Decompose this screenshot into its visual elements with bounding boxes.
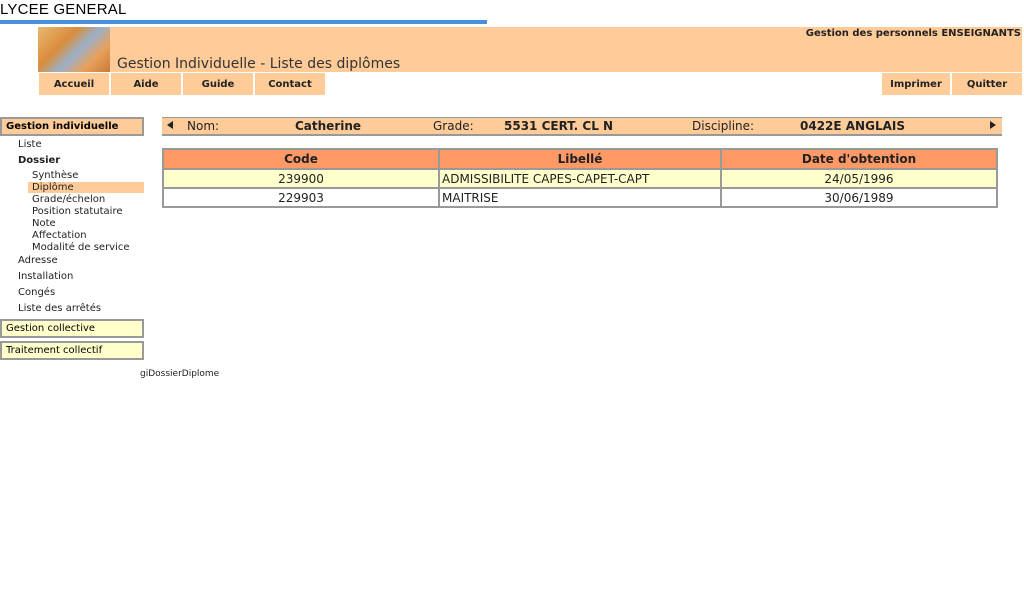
sidebar-sub-synthese[interactable]: Synthèse	[32, 170, 78, 181]
sidebar-item-dossier[interactable]: Dossier	[18, 155, 60, 166]
table-row[interactable]: 229903 MAITRISE 30/06/1989	[162, 187, 998, 208]
quit-button[interactable]: Quitter	[952, 73, 1022, 95]
nav-guide-button[interactable]: Guide	[183, 73, 253, 95]
site-title: LYCEE GENERAL	[0, 1, 127, 18]
sidebar-item-arretes[interactable]: Liste des arrêtés	[18, 303, 101, 314]
grade-value: 5531 CERT. CL N	[504, 119, 614, 133]
nom-value: Catherine	[295, 119, 362, 133]
page-title: Gestion Individuelle - Liste des diplôme…	[117, 56, 401, 72]
person-info-bar: Nom: Catherine Grade: 5531 CERT. CL N Di…	[162, 117, 1002, 136]
previous-arrow-icon[interactable]	[165, 119, 175, 133]
header-accent-bar	[0, 20, 487, 24]
sidebar-sub-diplome[interactable]: Diplôme	[28, 182, 144, 193]
diplomas-table: Code Libellé Date d'obtention 239900 ADM…	[162, 148, 998, 208]
cell-code: 239900	[162, 168, 440, 189]
nom-label: Nom:	[187, 119, 220, 133]
next-arrow-icon[interactable]	[988, 119, 998, 133]
sidebar-item-adresse[interactable]: Adresse	[18, 255, 58, 266]
print-button[interactable]: Imprimer	[882, 73, 950, 95]
sidebar-item-installation[interactable]: Installation	[18, 271, 73, 282]
sidebar-sub-modalite[interactable]: Modalité de service	[32, 242, 130, 253]
module-label: Gestion des personnels ENSEIGNANTS	[805, 28, 1021, 39]
sidebar-item-conges[interactable]: Congés	[18, 287, 55, 298]
header-photo-image	[38, 27, 110, 72]
nav-aide-button[interactable]: Aide	[111, 73, 181, 95]
table-header-row: Code Libellé Date d'obtention	[162, 148, 998, 170]
nav-contact-button[interactable]: Contact	[255, 73, 325, 95]
column-header-code: Code	[162, 148, 440, 170]
column-header-libelle: Libellé	[438, 148, 722, 170]
sidebar-sub-note[interactable]: Note	[32, 218, 56, 229]
sidebar-traitement-collectif[interactable]: Traitement collectif	[0, 341, 144, 360]
sidebar-gestion-collective[interactable]: Gestion collective	[0, 319, 144, 338]
sidebar-gestion-individuelle[interactable]: Gestion individuelle	[0, 117, 144, 136]
cell-date: 24/05/1996	[720, 168, 998, 189]
discipline-value: 0422E ANGLAIS	[800, 119, 905, 133]
table-row[interactable]: 239900 ADMISSIBILITE CAPES-CAPET-CAPT 24…	[162, 168, 998, 189]
discipline-label: Discipline:	[692, 119, 755, 133]
sidebar-sub-affectation[interactable]: Affectation	[32, 230, 87, 241]
sidebar-sub-position[interactable]: Position statutaire	[32, 206, 123, 217]
nav-accueil-button[interactable]: Accueil	[39, 73, 109, 95]
cell-date: 30/06/1989	[720, 187, 998, 208]
grade-label: Grade:	[433, 119, 474, 133]
sidebar-item-liste[interactable]: Liste	[18, 139, 42, 150]
cell-libelle: ADMISSIBILITE CAPES-CAPET-CAPT	[438, 168, 722, 189]
cell-code: 229903	[162, 187, 440, 208]
page-code: giDossierDiplome	[140, 369, 220, 379]
sidebar-sub-grade[interactable]: Grade/échelon	[32, 194, 105, 205]
column-header-date: Date d'obtention	[720, 148, 998, 170]
cell-libelle: MAITRISE	[438, 187, 722, 208]
